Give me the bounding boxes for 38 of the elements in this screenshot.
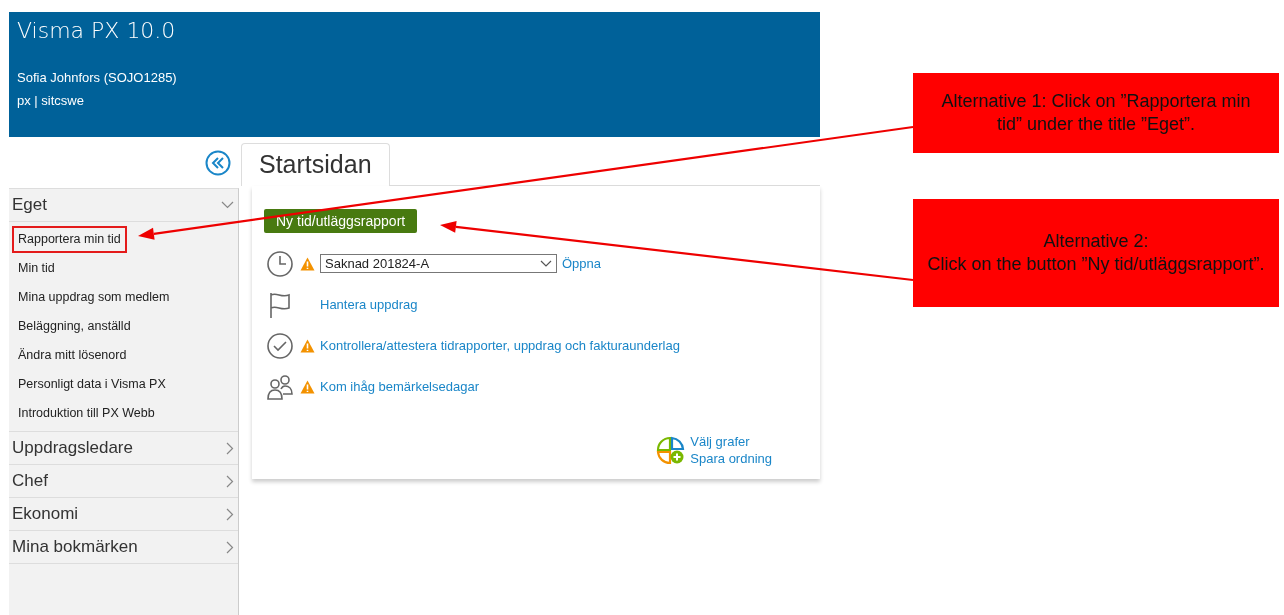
clock-icon — [266, 249, 294, 278]
link[interactable]: Välj grafer — [690, 434, 750, 449]
callout-text: Click on the button ”Ny tid/utläggsrapport”. — [927, 253, 1265, 276]
sidebar-section[interactable]: Chef — [9, 465, 238, 498]
new-report-button[interactable]: Ny tid/utläggsrapport — [264, 209, 418, 233]
check-circle-icon — [266, 331, 294, 360]
sidebar-item[interactable]: Ändra mitt lösenord — [12, 342, 133, 369]
sidebar-item[interactable]: Min tid — [12, 255, 61, 282]
sidebar-item[interactable]: Mina uppdrag som medlem — [12, 284, 176, 311]
user-name: Sofia Johnfors (SOJO1285) — [17, 70, 177, 85]
dropdown-caret-icon[interactable] — [540, 260, 552, 267]
collapse-icon[interactable] — [205, 149, 231, 176]
chevron-right-icon[interactable] — [226, 507, 234, 521]
chart-add-icon[interactable] — [656, 435, 686, 465]
tab[interactable]: Startsidan — [241, 143, 390, 186]
sidebar-section[interactable]: Mina bokmärken — [9, 531, 238, 564]
chevron-right-icon[interactable] — [226, 474, 234, 488]
link[interactable]: Hantera uppdrag — [320, 297, 418, 312]
sidebar-section[interactable]: Eget — [9, 189, 238, 222]
chevron-down-icon[interactable] — [221, 201, 234, 209]
sidebar-item[interactable]: Introduktion till PX Webb — [12, 400, 161, 427]
callout-text: Alternative 2: — [1042, 229, 1150, 253]
sidebar-item[interactable]: Personligt data i Visma PX — [12, 371, 172, 398]
chevron-right-icon[interactable] — [226, 441, 234, 455]
link[interactable]: Spara ordning — [690, 451, 772, 466]
app-title: Visma PX 10.0 — [17, 18, 176, 43]
context-label: px | sitcswe — [17, 93, 84, 108]
callout-text: Alternative 1: Click on ”Rapportera min tid” under the title ”Eget”. — [940, 89, 1252, 136]
link[interactable]: Kom ihåg bemärkelsedagar — [320, 379, 479, 394]
link[interactable]: Öppna — [562, 256, 602, 271]
sidebar-section[interactable]: Uppdragsledare — [9, 432, 238, 465]
sidebar-item[interactable]: Rapportera min tid — [12, 226, 127, 253]
link[interactable]: Kontrollera/attestera tidrapporter, uppdrag och fakturaunderlag — [320, 338, 680, 353]
chevron-right-icon[interactable] — [226, 540, 234, 554]
sidebar-section[interactable]: Ekonomi — [9, 498, 238, 531]
report-select[interactable]: Saknad 201824-A — [320, 254, 557, 273]
people-icon — [266, 372, 294, 401]
sidebar-item[interactable]: Beläggning, anställd — [12, 313, 137, 340]
